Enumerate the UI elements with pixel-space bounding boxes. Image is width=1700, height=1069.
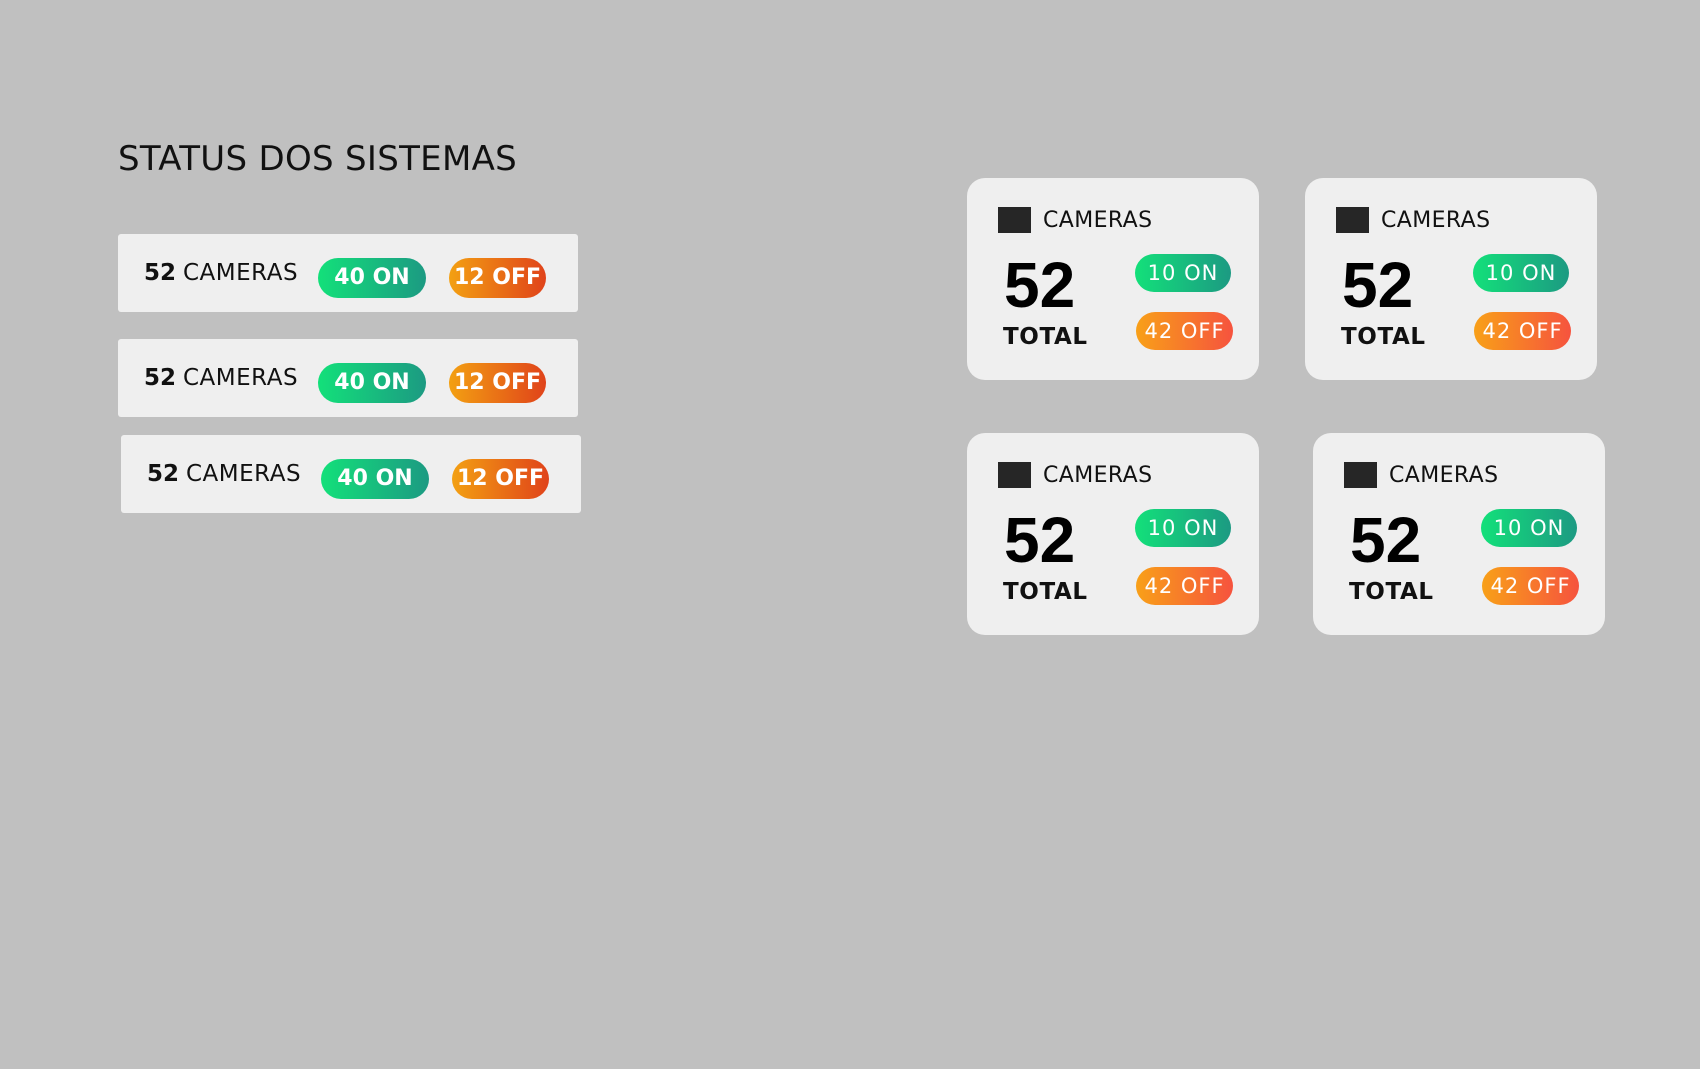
card-label: CAMERAS [1043, 208, 1153, 233]
on-badge: 10 ON [1135, 509, 1231, 547]
card-total-count: 52 [1342, 249, 1414, 321]
camera-icon [998, 462, 1031, 488]
on-badge: 40 ON [318, 363, 426, 403]
off-badge: 42 OFF [1136, 312, 1233, 350]
camera-card-3[interactable]: CAMERAS 52 TOTAL 10 ON 42 OFF [967, 433, 1259, 635]
card-label: CAMERAS [1043, 463, 1153, 488]
camera-card-1[interactable]: CAMERAS 52 TOTAL 10 ON 42 OFF [967, 178, 1259, 380]
camera-card-4[interactable]: CAMERAS 52 TOTAL 10 ON 42 OFF [1313, 433, 1605, 635]
card-label: CAMERAS [1381, 208, 1491, 233]
off-badge: 12 OFF [449, 363, 546, 403]
row-total-count: 52 [147, 461, 180, 487]
on-badge: 10 ON [1135, 254, 1231, 292]
camera-icon [998, 207, 1031, 233]
row-label: CAMERAS [183, 260, 299, 286]
camera-icon [1344, 462, 1377, 488]
card-total-label: TOTAL [1341, 324, 1426, 350]
on-badge: 40 ON [318, 258, 426, 298]
card-label: CAMERAS [1389, 463, 1499, 488]
card-total-label: TOTAL [1003, 324, 1088, 350]
camera-card-2[interactable]: CAMERAS 52 TOTAL 10 ON 42 OFF [1305, 178, 1597, 380]
status-row-cameras-3[interactable]: 52 CAMERAS 40 ON 12 OFF [121, 435, 581, 513]
status-row-cameras-2[interactable]: 52 CAMERAS 40 ON 12 OFF [118, 339, 578, 417]
on-badge: 10 ON [1473, 254, 1569, 292]
on-badge: 40 ON [321, 459, 429, 499]
card-total-label: TOTAL [1003, 579, 1088, 605]
off-badge: 42 OFF [1136, 567, 1233, 605]
camera-icon [1336, 207, 1369, 233]
off-badge: 42 OFF [1482, 567, 1579, 605]
card-total-count: 52 [1350, 504, 1422, 576]
card-total-label: TOTAL [1349, 579, 1434, 605]
card-total-count: 52 [1004, 504, 1076, 576]
row-label: CAMERAS [183, 365, 299, 391]
card-total-count: 52 [1004, 249, 1076, 321]
row-total-count: 52 [144, 365, 177, 391]
row-total-count: 52 [144, 260, 177, 286]
off-badge: 12 OFF [449, 258, 546, 298]
row-label: CAMERAS [186, 461, 302, 487]
on-badge: 10 ON [1481, 509, 1577, 547]
page-title: STATUS DOS SISTEMAS [118, 139, 518, 179]
off-badge: 42 OFF [1474, 312, 1571, 350]
status-row-cameras-1[interactable]: 52 CAMERAS 40 ON 12 OFF [118, 234, 578, 312]
off-badge: 12 OFF [452, 459, 549, 499]
